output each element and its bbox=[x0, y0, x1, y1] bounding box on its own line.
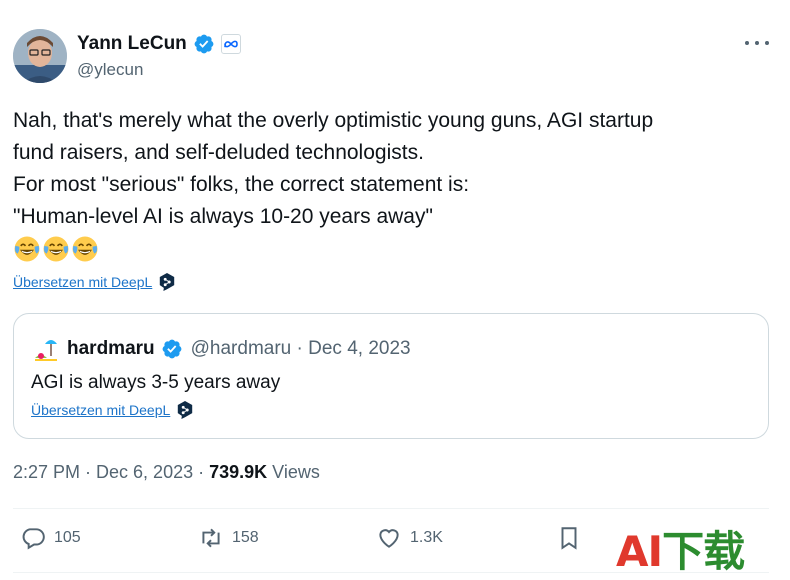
quoted-avatar[interactable] bbox=[31, 334, 61, 364]
bookmark-button[interactable] bbox=[556, 525, 582, 551]
quoted-translate-link[interactable]: Übersetzen mit DeepL bbox=[31, 400, 194, 420]
author-avatar[interactable] bbox=[13, 29, 67, 83]
meta-logo-icon[interactable] bbox=[220, 34, 241, 54]
author-handle[interactable]: @ylecun bbox=[77, 60, 143, 80]
tweet-body: Nah, that's merely what the overly optim… bbox=[13, 105, 753, 263]
quoted-text: AGI is always 3-5 years away bbox=[31, 372, 281, 393]
tweet-line: Nah, that's merely what the overly optim… bbox=[13, 109, 654, 132]
more-dot bbox=[745, 41, 749, 45]
watermark-i: I bbox=[647, 527, 664, 576]
reply-button[interactable]: 105 bbox=[20, 525, 81, 551]
translate-link[interactable]: Übersetzen mit DeepL bbox=[13, 272, 176, 292]
divider bbox=[13, 508, 769, 509]
tweet-meta: 2:27 PM · Dec 6, 2023 · 739.9K Views bbox=[13, 462, 320, 483]
like-button[interactable]: 1.3K bbox=[376, 525, 443, 551]
more-dot bbox=[755, 41, 759, 45]
views-count: 739.9K bbox=[209, 462, 268, 482]
emoji-row bbox=[13, 235, 753, 263]
tweet-timestamp[interactable]: 2:27 PM · Dec 6, 2023 · bbox=[13, 462, 209, 483]
tears-of-joy-emoji-icon bbox=[72, 236, 98, 262]
quoted-header: hardmaru @hardmaru · Dec 4, 2023 bbox=[31, 334, 411, 364]
heart-icon bbox=[379, 529, 399, 548]
reply-count: 105 bbox=[54, 529, 81, 546]
repost-count: 158 bbox=[232, 529, 259, 546]
watermark-a: A bbox=[616, 527, 649, 576]
more-options-icon[interactable] bbox=[745, 35, 769, 51]
quoted-tweet[interactable]: hardmaru @hardmaru · Dec 4, 2023 AGI is … bbox=[13, 313, 769, 439]
deepl-icon bbox=[160, 273, 175, 291]
quoted-handle-date: @hardmaru · Dec 4, 2023 bbox=[190, 338, 411, 359]
watermark-logo: AI下载 bbox=[616, 528, 766, 576]
reply-icon bbox=[22, 528, 45, 550]
repost-button[interactable]: 158 bbox=[198, 525, 259, 551]
repost-icon bbox=[202, 528, 220, 548]
tweet-line: fund raisers, and self-deluded technolog… bbox=[13, 141, 424, 164]
more-dot bbox=[765, 41, 769, 45]
tweet-header: Yann LeCun @ylecun bbox=[13, 29, 773, 83]
tweet-line: "Human-level AI is always 10-20 years aw… bbox=[13, 205, 433, 228]
tweet-line: For most "serious" folks, the correct st… bbox=[13, 173, 470, 196]
translate-label: Übersetzen mit DeepL bbox=[31, 402, 171, 418]
author-name-row: Yann LeCun bbox=[77, 33, 241, 55]
views-label: Views bbox=[267, 462, 320, 482]
verified-badge-icon bbox=[194, 34, 214, 54]
verified-badge-icon bbox=[162, 339, 182, 359]
like-count: 1.3K bbox=[410, 529, 443, 546]
translate-label: Übersetzen mit DeepL bbox=[13, 274, 153, 290]
quoted-display-name: hardmaru bbox=[67, 338, 155, 359]
tears-of-joy-emoji-icon bbox=[43, 236, 69, 262]
deepl-icon bbox=[178, 401, 193, 419]
tears-of-joy-emoji-icon bbox=[14, 236, 40, 262]
author-display-name[interactable]: Yann LeCun bbox=[77, 33, 187, 55]
watermark-text: 下载 bbox=[662, 527, 745, 576]
bookmark-icon bbox=[561, 527, 577, 550]
